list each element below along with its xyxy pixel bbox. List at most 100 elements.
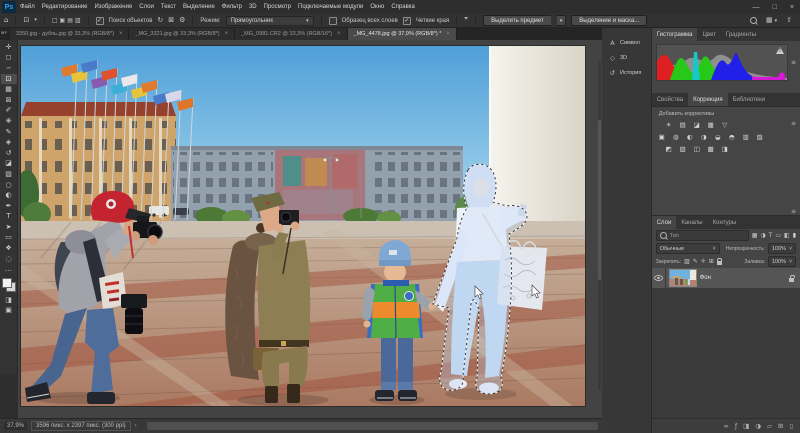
refresh-icon[interactable]: ↻: [157, 17, 163, 24]
status-chevron-icon[interactable]: ›: [135, 423, 137, 429]
adjustment-icon[interactable]: ▦: [706, 120, 716, 129]
link-layers-icon[interactable]: ∞: [723, 422, 728, 430]
share-icon[interactable]: ⇧: [786, 17, 792, 24]
new-selection-icon[interactable]: □: [52, 17, 58, 24]
menu-item[interactable]: Текст: [161, 4, 176, 10]
lasso-tool[interactable]: ∽: [1, 63, 17, 74]
menu-item[interactable]: Подключаемые модули: [298, 4, 363, 10]
menu-item[interactable]: Слои: [139, 4, 154, 10]
move-tool[interactable]: ✛: [1, 42, 17, 53]
menu-item[interactable]: Справка: [391, 4, 415, 10]
add-layer-mask-icon[interactable]: ◨: [743, 422, 749, 430]
panel-menu-icon[interactable]: ≡: [791, 59, 796, 66]
workspace-icon[interactable]: ▦: [766, 17, 773, 24]
hand-tool[interactable]: ❖: [1, 243, 17, 254]
document-info[interactable]: 3596 пикс. x 2397 пикс. (300 ppi): [31, 421, 131, 431]
menu-item[interactable]: Редактирование: [42, 4, 88, 10]
foreground-color-swatch[interactable]: [2, 278, 12, 288]
adjustment-icon[interactable]: ◪: [692, 120, 702, 129]
adjustment-icon[interactable]: ▤: [678, 120, 688, 129]
home-icon[interactable]: ⌂: [4, 17, 8, 24]
menu-item[interactable]: Изображение: [94, 4, 132, 10]
adjustment-icon[interactable]: ◩: [664, 144, 674, 153]
tab-channels[interactable]: Каналы: [676, 216, 707, 229]
type-tool[interactable]: T: [1, 212, 17, 223]
new-layer-icon[interactable]: ⊞: [778, 422, 783, 430]
tab-close-icon[interactable]: ×: [119, 31, 123, 37]
menu-item[interactable]: 3D: [249, 4, 257, 10]
tab-close-icon[interactable]: ×: [337, 31, 341, 37]
panel-button-history[interactable]: ↺ История: [604, 66, 649, 79]
zoom-level-field[interactable]: 37,9%: [4, 422, 27, 430]
panel-button-character[interactable]: A Символ: [604, 36, 649, 49]
warning-icon[interactable]: !: [776, 47, 784, 54]
vertical-scrollbar[interactable]: [598, 60, 601, 390]
search-icon[interactable]: [750, 17, 757, 24]
object-finder-checkbox[interactable]: ✓: [96, 17, 104, 25]
quick-mask-button[interactable]: ◨: [1, 295, 17, 306]
layer-effects-icon[interactable]: ƒ: [735, 422, 737, 430]
history-brush-tool[interactable]: ↺: [1, 148, 17, 159]
hard-edge-checkbox[interactable]: ✓: [403, 17, 411, 25]
adjustment-icon[interactable]: ◍: [671, 132, 681, 141]
panel-button-3d[interactable]: ◇ 3D: [604, 51, 649, 64]
layer-name[interactable]: Фон: [700, 275, 789, 281]
document-tab[interactable]: _MG_0981.CR2 @ 33,3% (RGB/16*) ×: [235, 28, 347, 40]
frame-tool[interactable]: ⊠: [1, 95, 17, 106]
object-selection-tool[interactable]: ⊡: [1, 74, 17, 85]
mode-dropdown[interactable]: Прямоугольник▾: [226, 16, 314, 26]
lock-transparency-icon[interactable]: ▨: [684, 258, 690, 265]
restore-button[interactable]: □: [773, 4, 777, 11]
sample-all-layers-checkbox[interactable]: [329, 17, 337, 25]
menu-item[interactable]: Окно: [370, 4, 384, 10]
filter-smart-objects-icon[interactable]: ◧: [784, 232, 790, 239]
adjustment-icon[interactable]: ▧: [678, 144, 688, 153]
adjustment-icon[interactable]: ◨: [720, 144, 730, 153]
menu-item[interactable]: Просмотр: [264, 4, 291, 10]
canvas-area[interactable]: [18, 40, 602, 418]
show-all-objects-icon[interactable]: ⊠: [168, 17, 174, 24]
marquee-tool[interactable]: ◻: [1, 53, 17, 64]
delete-layer-icon[interactable]: ▯: [789, 422, 793, 430]
tab-layers[interactable]: Слои: [652, 216, 677, 229]
tab-adjustments[interactable]: Коррекция: [688, 93, 728, 106]
tab-color[interactable]: Цвет: [697, 28, 720, 41]
select-subject-button[interactable]: Выделить предмет: [483, 15, 551, 26]
adjustment-icon[interactable]: ▨: [755, 132, 765, 141]
layer-row-background[interactable]: Фон: [652, 268, 800, 288]
add-selection-icon[interactable]: ▣: [60, 17, 66, 24]
adjustment-icon[interactable]: ▥: [741, 132, 751, 141]
healing-brush-tool[interactable]: ✙: [1, 116, 17, 127]
close-button[interactable]: ×: [790, 4, 794, 11]
tab-paths[interactable]: Контуры: [708, 216, 742, 229]
toolbar-ellipsis[interactable]: …: [1, 264, 17, 275]
brush-tool[interactable]: ✎: [1, 127, 17, 138]
photo-document[interactable]: [21, 46, 585, 406]
crop-tool[interactable]: ▦: [1, 84, 17, 95]
filter-shape-layers-icon[interactable]: ▭: [775, 232, 781, 239]
blend-mode-dropdown[interactable]: Обычные˅: [656, 243, 720, 254]
lock-artboard-icon[interactable]: ⊞: [709, 258, 714, 265]
adjustment-icon[interactable]: ◑: [699, 132, 709, 141]
gradient-tool[interactable]: ▨: [1, 169, 17, 180]
adjustment-icon[interactable]: ◫: [692, 144, 702, 153]
horizontal-scrollbar[interactable]: [147, 422, 598, 430]
dodge-tool[interactable]: ◐: [1, 190, 17, 201]
eyedropper-tool[interactable]: ✐: [1, 106, 17, 117]
subtract-selection-icon[interactable]: ▤: [67, 17, 73, 24]
blur-tool[interactable]: ○: [1, 180, 17, 191]
filter-type-layers-icon[interactable]: T: [769, 232, 773, 239]
feedback-icon[interactable]: ❞: [464, 17, 468, 24]
tab-properties[interactable]: Свойства: [652, 93, 688, 106]
pen-tool[interactable]: ✒: [1, 201, 17, 212]
intersect-selection-icon[interactable]: ▥: [75, 17, 81, 24]
minimize-button[interactable]: —: [753, 4, 760, 11]
lock-pixels-icon[interactable]: ✎: [693, 258, 698, 265]
adjustment-icon[interactable]: ▣: [657, 132, 667, 141]
tab-close-icon[interactable]: ×: [225, 31, 229, 37]
eraser-tool[interactable]: ◪: [1, 159, 17, 170]
layer-thumbnail[interactable]: [670, 270, 696, 286]
lock-position-icon[interactable]: ✛: [701, 258, 706, 265]
tab-close-icon[interactable]: ×: [446, 31, 450, 37]
select-and-mask-button[interactable]: Выделение и маска...: [571, 15, 647, 26]
